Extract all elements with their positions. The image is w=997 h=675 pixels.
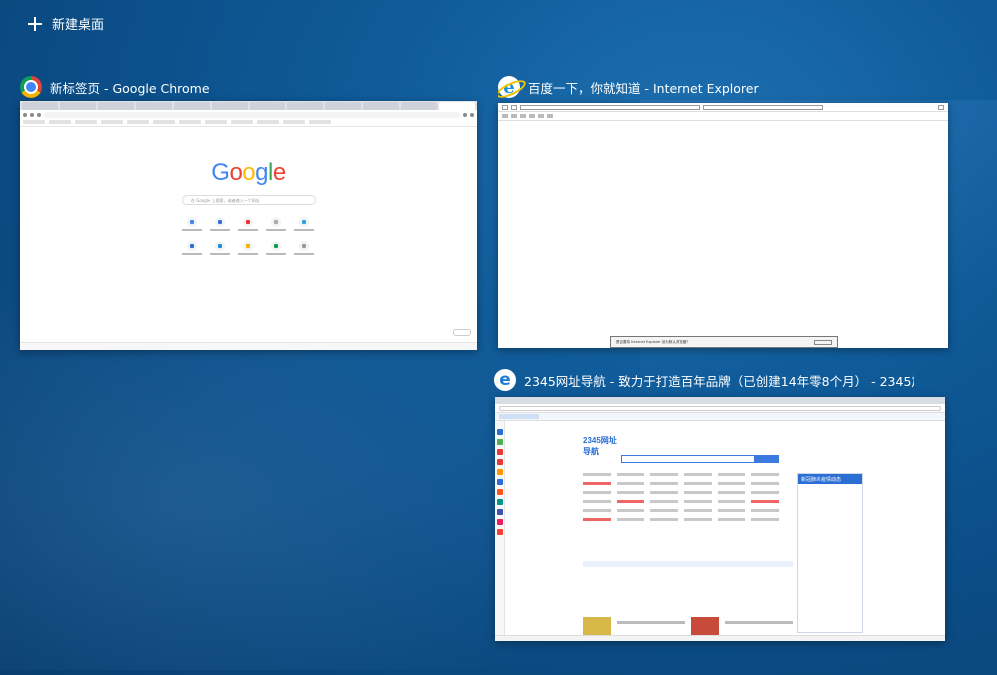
customize-button (453, 329, 471, 336)
category-bar (583, 561, 793, 567)
google-logo: Google (211, 159, 286, 186)
ie-command-bar (498, 112, 948, 121)
window-title-text: 新标签页 - Google Chrome (50, 80, 210, 96)
internet-explorer-icon: e (498, 76, 520, 98)
status-bar (20, 342, 477, 350)
window-thumbnail-2345[interactable]: 2345网址导航 新冠肺炎疫情动态 (495, 397, 945, 641)
plus-icon (28, 16, 42, 31)
search-button (755, 455, 779, 463)
window-title-chrome[interactable]: 新标签页 - Google Chrome (20, 76, 480, 98)
chrome-icon (20, 76, 42, 98)
default-browser-prompt: 是否要将 Internet Explorer 设为默认浏览器？ (610, 336, 838, 348)
window-title-ie[interactable]: e 百度一下，你就知道 - Internet Explorer (498, 76, 958, 98)
address-bar (495, 404, 945, 413)
site-links-grid (583, 473, 779, 521)
window-thumbnail-ie[interactable]: 是否要将 Internet Explorer 设为默认浏览器？ (498, 103, 948, 348)
panel-title: 新冠肺炎疫情动态 (798, 474, 862, 484)
search-box (621, 455, 755, 463)
side-toolbar (495, 421, 505, 641)
covid-panel: 新冠肺炎疫情动态 (797, 473, 863, 633)
new-desktop-label: 新建桌面 (52, 18, 105, 33)
site-logo: 2345网址导航 (583, 436, 617, 456)
status-bar (495, 635, 945, 641)
edge-browser-icon: e (494, 369, 516, 391)
bookmarks-bar (20, 119, 477, 127)
google-search-box: 在 Google 上搜索，或者输入一个网址 (182, 195, 316, 205)
window-title-text: 2345网址导航 - 致力于打造百年品牌（已创建14年零8个月） - 2345加… (524, 373, 914, 389)
tab-strip (20, 101, 477, 110)
page-content: 2345网址导航 (583, 427, 793, 641)
shortcut-grid (178, 217, 318, 255)
window-title-text: 百度一下，你就知道 - Internet Explorer (528, 80, 759, 96)
ie-toolbar (498, 103, 948, 112)
tab-strip (495, 397, 945, 404)
window-thumbnail-chrome[interactable]: Google 在 Google 上搜索，或者输入一个网址 (20, 101, 477, 350)
window-title-2345[interactable]: e 2345网址导航 - 致力于打造百年品牌（已创建14年零8个月） - 234… (494, 369, 914, 391)
address-bar (20, 110, 477, 119)
new-desktop-button[interactable]: 新建桌面 (28, 14, 104, 33)
favorites-bar (495, 413, 945, 421)
